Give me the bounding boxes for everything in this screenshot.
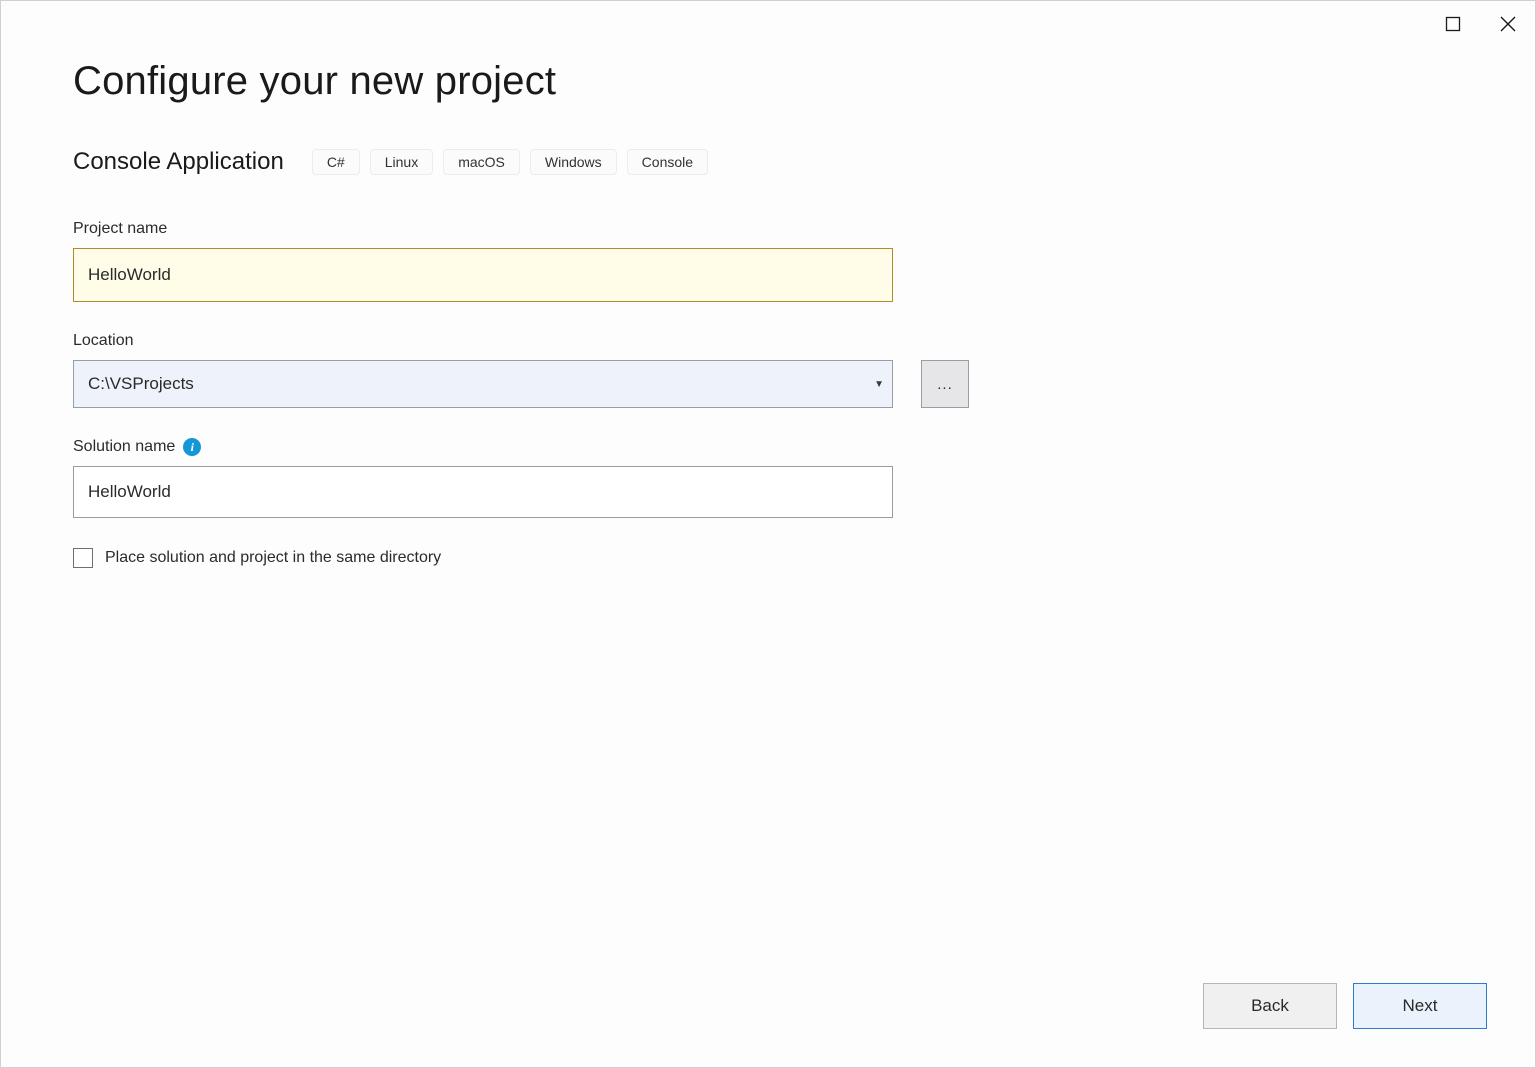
- tag-macos: macOS: [443, 149, 520, 175]
- location-combo[interactable]: C:\VSProjects ▼: [73, 360, 893, 408]
- window-controls: [1445, 15, 1517, 33]
- location-field: Location C:\VSProjects ▼ ...: [73, 332, 1463, 408]
- page-title: Configure your new project: [73, 59, 1463, 104]
- project-name-input[interactable]: [73, 248, 893, 302]
- project-name-field: Project name: [73, 220, 1463, 302]
- solution-name-input[interactable]: [73, 466, 893, 518]
- template-name: Console Application: [73, 148, 284, 176]
- solution-name-field: Solution name i: [73, 438, 1463, 518]
- next-button[interactable]: Next: [1353, 983, 1487, 1029]
- same-directory-option: Place solution and project in the same d…: [73, 548, 1463, 568]
- tag-linux: Linux: [370, 149, 433, 175]
- tag-windows: Windows: [530, 149, 617, 175]
- browse-button[interactable]: ...: [921, 360, 969, 408]
- location-value: C:\VSProjects: [88, 374, 194, 394]
- solution-name-label: Solution name: [73, 438, 175, 456]
- same-directory-checkbox[interactable]: [73, 548, 93, 568]
- footer-buttons: Back Next: [1203, 983, 1487, 1029]
- close-icon[interactable]: [1499, 15, 1517, 33]
- back-button[interactable]: Back: [1203, 983, 1337, 1029]
- location-label: Location: [73, 332, 1463, 350]
- maximize-icon[interactable]: [1445, 16, 1461, 32]
- tag-csharp: C#: [312, 149, 360, 175]
- template-tags: C# Linux macOS Windows Console: [312, 149, 708, 175]
- chevron-down-icon: ▼: [874, 379, 886, 390]
- template-row: Console Application C# Linux macOS Windo…: [73, 148, 1463, 176]
- tag-console: Console: [627, 149, 708, 175]
- same-directory-label: Place solution and project in the same d…: [105, 549, 441, 567]
- project-name-label: Project name: [73, 220, 1463, 238]
- info-icon[interactable]: i: [183, 438, 201, 456]
